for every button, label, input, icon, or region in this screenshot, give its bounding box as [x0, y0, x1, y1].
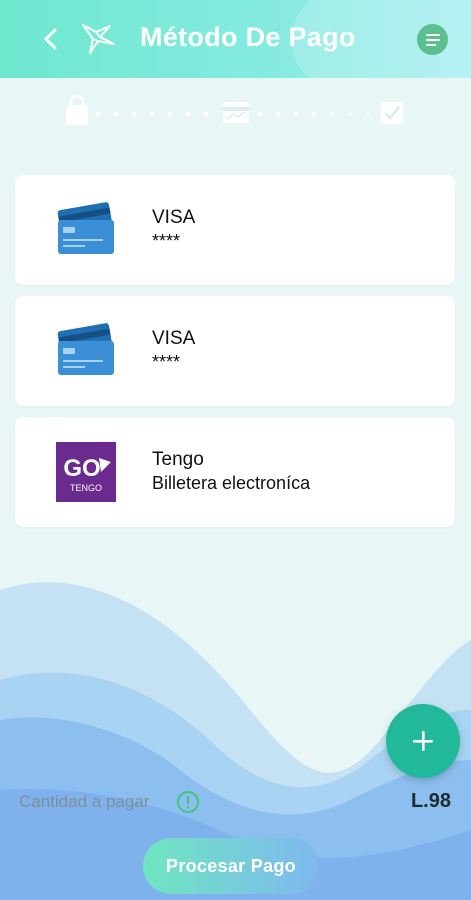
- step-dots-right: [257, 111, 371, 117]
- back-button[interactable]: [34, 22, 68, 56]
- checkbox-icon: [381, 102, 403, 124]
- payment-method-detail: ****: [152, 231, 181, 251]
- payment-method-card-tengo[interactable]: GO TENGO Tengo Billetera electroníca: [15, 417, 455, 527]
- process-payment-button[interactable]: Procesar Pago: [143, 838, 319, 894]
- add-payment-method-button[interactable]: [386, 704, 460, 778]
- payment-method-card-visa-1[interactable]: VISA ****: [15, 175, 455, 285]
- page-title: Método De Pago: [140, 22, 356, 52]
- chevron-left-icon: [44, 28, 57, 50]
- menu-lines-icon: [425, 33, 440, 46]
- amount-value: L.98: [410, 790, 451, 812]
- plus-icon: [413, 731, 433, 751]
- amount-label: Cantidad a pagar: [19, 792, 150, 811]
- payment-method-card-visa-2[interactable]: VISA ****: [15, 296, 455, 406]
- credit-cards-icon: [57, 323, 114, 375]
- payment-method-detail: Billetera electroníca: [152, 473, 311, 493]
- shopping-bag-icon: [66, 95, 88, 125]
- payment-method-detail: ****: [152, 352, 181, 372]
- tengo-logo-icon: GO TENGO: [56, 442, 116, 502]
- checkout-stepper: [66, 95, 403, 125]
- brand-logo-icon: [82, 24, 115, 54]
- payment-method-name: VISA: [152, 207, 196, 228]
- app-header: Método De Pago: [0, 0, 471, 78]
- payment-method-name: Tengo: [152, 449, 204, 470]
- credit-cards-icon: [57, 202, 114, 254]
- credit-card-icon: [223, 102, 249, 123]
- tengo-logo-subtext: TENGO: [70, 483, 102, 493]
- menu-button[interactable]: [417, 24, 448, 55]
- info-icon[interactable]: [176, 790, 200, 814]
- step-dots-left: [95, 111, 209, 117]
- payment-method-name: VISA: [152, 328, 196, 349]
- tengo-logo-text: GO: [63, 455, 100, 482]
